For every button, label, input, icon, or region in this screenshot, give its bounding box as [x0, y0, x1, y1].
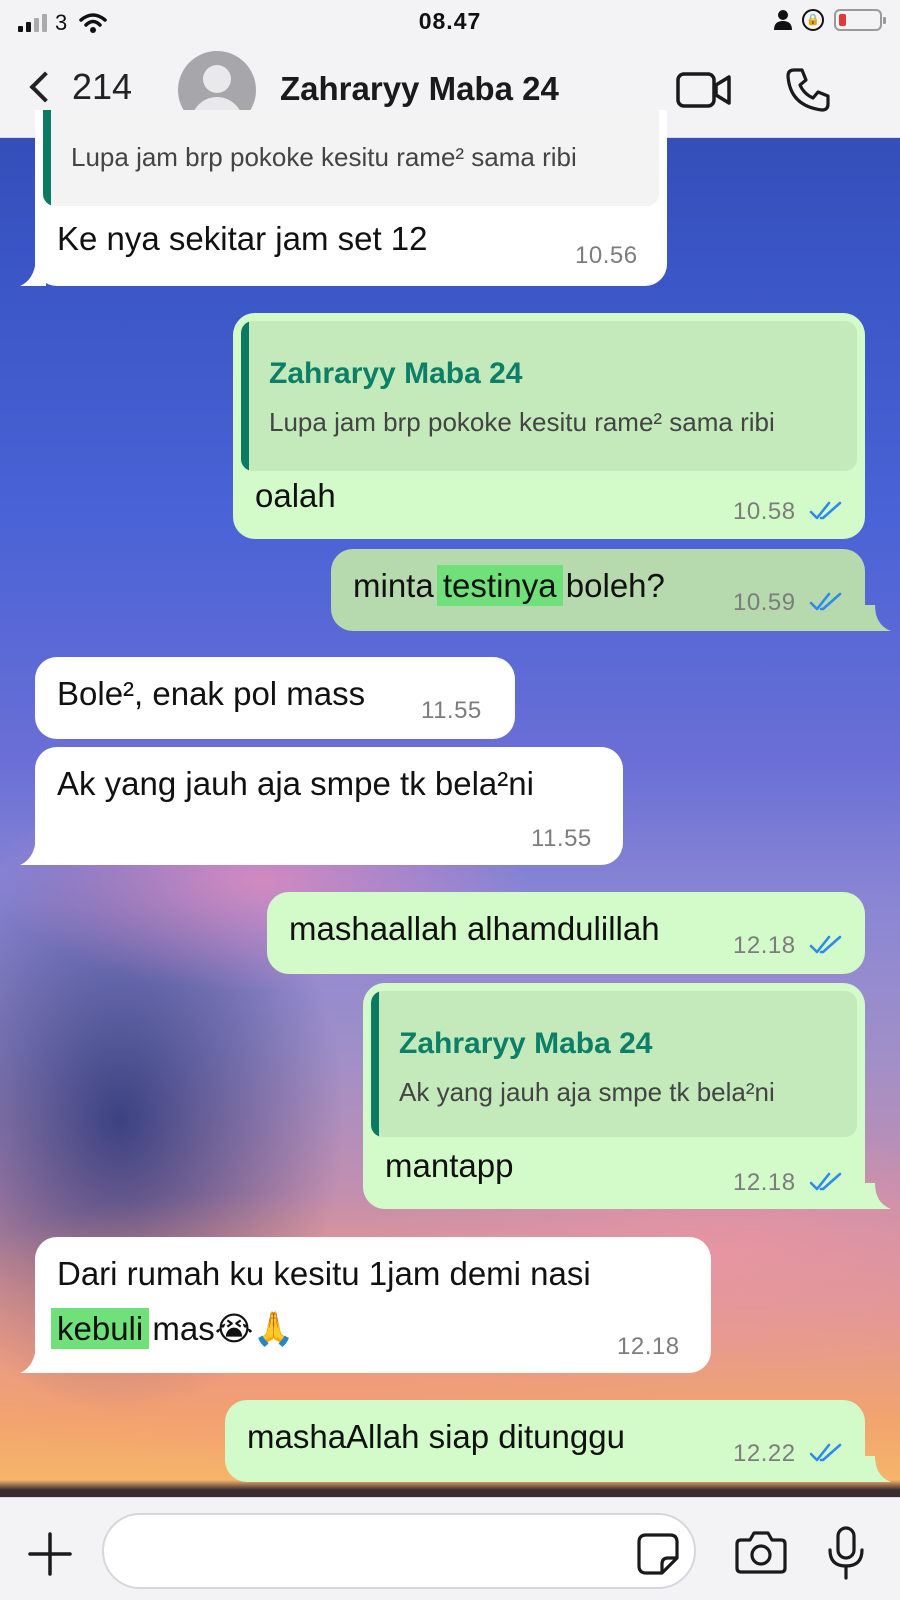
battery-icon: [834, 9, 886, 31]
back-button[interactable]: 214: [26, 66, 132, 108]
bubble-tail: [865, 605, 891, 631]
message-time: 11.55: [421, 697, 482, 724]
bubble-tail: [20, 1347, 46, 1373]
message-text: mashaAllah siap ditunggu: [247, 1418, 625, 1455]
chevron-left-icon: [29, 71, 61, 103]
quoted-text: Ak yang jauh aja smpe tk bela²ni: [399, 1077, 775, 1107]
bubble-tail: [20, 260, 46, 286]
message-bubble-outgoing[interactable]: Zahraryy Maba 24 Lupa jam brp pokoke kes…: [233, 313, 865, 539]
message-bubble-outgoing[interactable]: mashaAllah siap ditunggu 12.22: [225, 1400, 865, 1482]
search-highlight: testinya: [436, 565, 563, 606]
quoted-message[interactable]: Zahraryy Maba 24 Lupa jam brp pokoke kes…: [241, 321, 857, 471]
video-call-icon[interactable]: [676, 71, 732, 109]
message-time: 10.58: [733, 498, 796, 525]
message-text: minta testinya boleh?: [353, 565, 665, 606]
quoted-text: Lupa jam brp pokoke kesitu rame² sama ri…: [269, 407, 775, 437]
read-receipt-icon: [809, 592, 842, 611]
microphone-icon[interactable]: [826, 1526, 866, 1580]
message-time: 10.56: [575, 242, 638, 269]
message-bubble-incoming[interactable]: Bole², enak pol mass 11.55: [35, 657, 515, 739]
message-time: 12.18: [733, 932, 796, 959]
message-text: Ak yang jauh aja smpe tk bela²ni: [57, 765, 534, 802]
message-time: 11.55: [531, 825, 592, 852]
message-text: Bole², enak pol mass: [57, 675, 366, 712]
quoted-sender: Zahraryy Maba 24: [399, 1027, 653, 1060]
read-receipt-icon: [809, 1172, 842, 1191]
message-bubble-outgoing[interactable]: mashaallah alhamdulillah 12.18: [267, 892, 865, 974]
message-text: mashaallah alhamdulillah: [289, 910, 660, 947]
message-text: Dari rumah ku kesitu 1jam demi nasi: [57, 1255, 591, 1292]
message-bubble-incoming[interactable]: Dari rumah ku kesitu 1jam demi nasi kebu…: [35, 1237, 711, 1373]
message-bubble-incoming[interactable]: Ak yang jauh aja smpe tk bela²ni 11.55: [35, 747, 623, 865]
message-time: 12.18: [733, 1169, 796, 1196]
search-highlight: kebuli: [51, 1308, 150, 1349]
read-receipt-icon: [809, 501, 842, 520]
status-bar: 3 08.47 🔒: [0, 0, 900, 44]
bubble-tail: [20, 839, 46, 865]
contact-name[interactable]: Zahraryy Maba 24: [280, 70, 559, 108]
message-text-line2: kebuli mas😭🙏: [51, 1308, 294, 1349]
bubble-tail: [865, 1456, 891, 1482]
phone-call-icon[interactable]: [784, 66, 832, 114]
message-input[interactable]: [102, 1513, 696, 1589]
bubble-tail: [865, 1183, 891, 1209]
message-bubble-outgoing[interactable]: Zahraryy Maba 24 Ak yang jauh aja smpe t…: [363, 983, 865, 1209]
quoted-message[interactable]: Zahraryy Maba 24 Ak yang jauh aja smpe t…: [371, 991, 857, 1137]
quoted-text: Lupa jam brp pokoke kesitu rame² sama ri…: [71, 142, 577, 172]
person-icon: [774, 10, 792, 30]
plus-icon[interactable]: [28, 1532, 72, 1576]
orientation-lock-icon: 🔒: [802, 9, 824, 31]
quoted-message[interactable]: Lupa jam brp pokoke kesitu rame² sama ri…: [43, 110, 659, 206]
message-text: mantapp: [385, 1147, 514, 1184]
message-text: oalah: [255, 477, 336, 514]
message-bubble-incoming[interactable]: Lupa jam brp pokoke kesitu rame² sama ri…: [35, 110, 667, 286]
status-time: 08.47: [418, 8, 482, 34]
message-text: Ke nya sekitar jam set 12: [57, 220, 428, 257]
message-time: 12.22: [733, 1440, 796, 1467]
message-time: 10.59: [733, 589, 796, 616]
sticker-icon[interactable]: [636, 1532, 680, 1576]
unread-count: 214: [72, 66, 133, 107]
read-receipt-icon: [809, 935, 842, 954]
quoted-sender: Zahraryy Maba 24: [269, 357, 523, 390]
read-receipt-icon: [809, 1443, 842, 1462]
camera-icon[interactable]: [735, 1530, 787, 1574]
message-composer: [0, 1497, 900, 1600]
message-time: 12.18: [617, 1333, 680, 1360]
message-bubble-outgoing-selected[interactable]: minta testinya boleh? 10.59: [331, 549, 865, 631]
